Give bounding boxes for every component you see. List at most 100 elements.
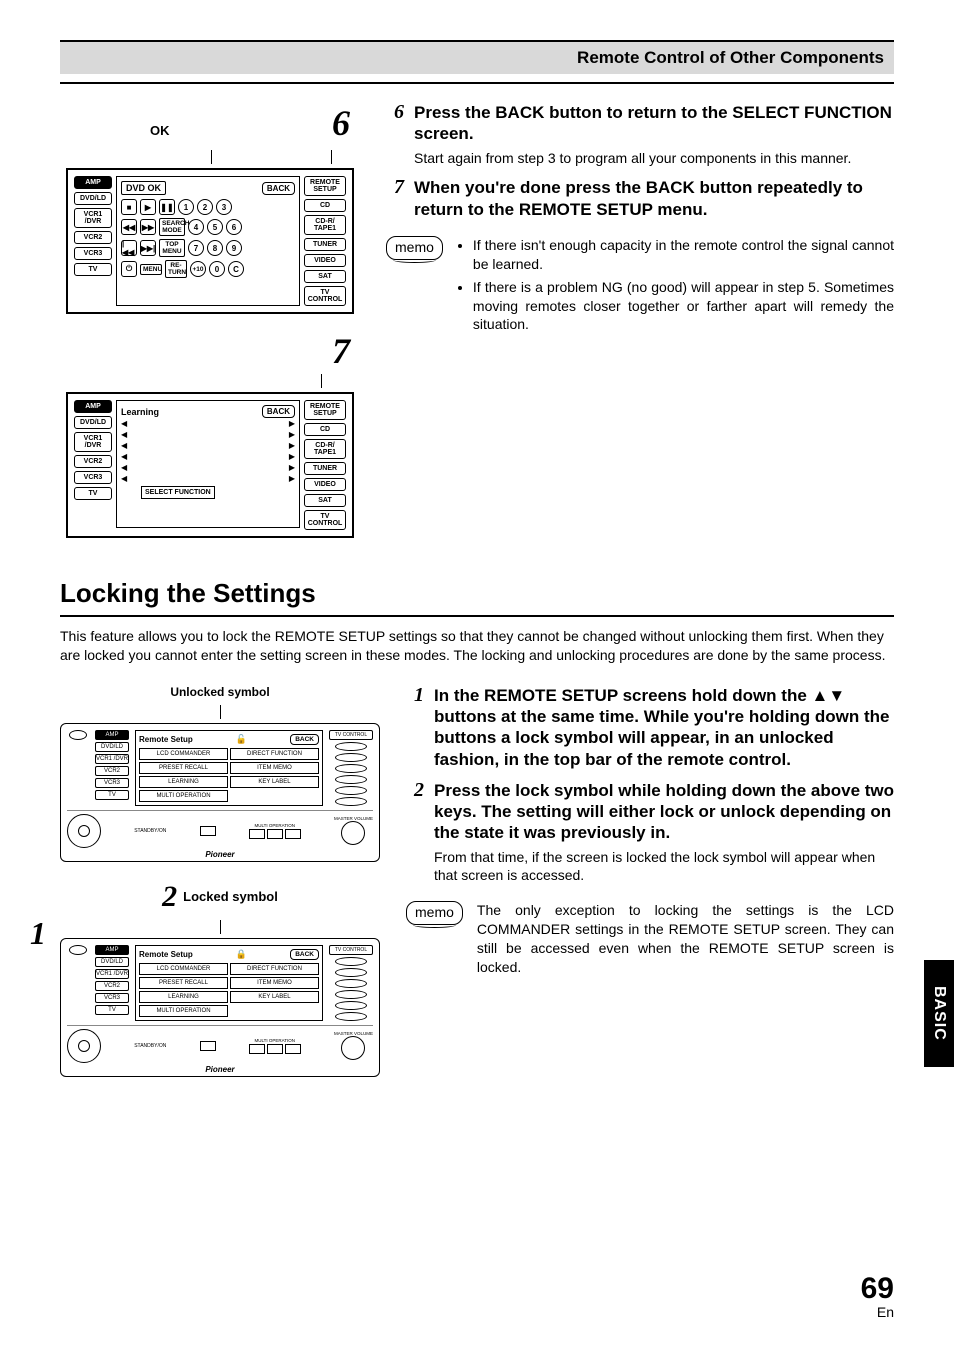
ff-icon[interactable]: ▶▶ [140, 219, 156, 235]
stop-icon[interactable]: ■ [121, 199, 137, 215]
side-btn-tvcontrol[interactable]: TV CONTROL [329, 730, 373, 740]
side-btn-dvdld[interactable]: DVD/LD [95, 957, 129, 967]
back-button[interactable]: BACK [290, 734, 319, 745]
num-2[interactable]: 2 [197, 199, 213, 215]
square-button[interactable] [249, 829, 265, 839]
oval-button[interactable] [335, 1001, 367, 1010]
side-btn-vcr2[interactable]: VCR2 [74, 455, 112, 468]
side-btn-vcr1[interactable]: VCR1 /DVR [74, 432, 112, 452]
side-btn-amp[interactable]: AMP [95, 730, 129, 740]
square-button[interactable] [285, 1044, 301, 1054]
oval-button[interactable] [335, 764, 367, 773]
side-btn-vcr3[interactable]: VCR3 [95, 993, 129, 1003]
num-4[interactable]: 4 [188, 219, 204, 235]
dpad[interactable] [67, 814, 101, 848]
arrow-left-icon[interactable]: ◀ [121, 463, 127, 472]
side-btn-vcr1[interactable]: VCR1 /DVR [95, 754, 129, 764]
num-0[interactable]: 0 [209, 261, 225, 277]
side-btn-vcr3[interactable]: VCR3 [74, 247, 112, 260]
arrow-right-icon[interactable]: ▶ [289, 452, 295, 461]
num-3[interactable]: 3 [216, 199, 232, 215]
side-btn-tv[interactable]: TV [95, 1005, 129, 1015]
side-btn-remote-setup[interactable]: REMOTE SETUP [304, 400, 346, 420]
side-btn-vcr1[interactable]: VCR1 /DVR [95, 969, 129, 979]
power-icon[interactable]: ⏻ [121, 261, 137, 277]
arrow-left-icon[interactable]: ◀ [121, 441, 127, 450]
side-btn-vcr3[interactable]: VCR3 [74, 471, 112, 484]
arrow-left-icon[interactable]: ◀ [121, 474, 127, 483]
oval-button[interactable] [69, 730, 87, 740]
next-icon[interactable]: ▶▶| [140, 240, 156, 256]
arrow-left-icon[interactable]: ◀ [121, 419, 127, 428]
search-mode-button[interactable]: SEARCH MODE [159, 218, 185, 236]
side-btn-vcr2[interactable]: VCR2 [74, 231, 112, 244]
oval-button[interactable] [335, 957, 367, 966]
return-button[interactable]: RE-TURN [165, 260, 187, 278]
arrow-right-icon[interactable]: ▶ [289, 441, 295, 450]
num-8[interactable]: 8 [207, 240, 223, 256]
oval-button[interactable] [335, 1012, 367, 1021]
side-btn-video[interactable]: VIDEO [304, 478, 346, 491]
arrow-right-icon[interactable]: ▶ [289, 463, 295, 472]
side-btn-dvdld[interactable]: DVD/LD [95, 742, 129, 752]
oval-button[interactable] [335, 797, 367, 806]
side-btn-dvdld[interactable]: DVD/LD [74, 192, 112, 205]
arrow-left-icon[interactable]: ◀ [121, 430, 127, 439]
side-btn-remote-setup[interactable]: REMOTE SETUP [304, 176, 346, 196]
rew-icon[interactable]: ◀◀ [121, 219, 137, 235]
side-btn-vcr2[interactable]: VCR2 [95, 766, 129, 776]
prev-icon[interactable]: |◀◀ [121, 240, 137, 256]
menu-item[interactable]: MULTI OPERATION [139, 1005, 228, 1017]
oval-button[interactable] [335, 742, 367, 751]
side-btn-tuner[interactable]: TUNER [304, 462, 346, 475]
menu-item[interactable]: DIRECT FUNCTION [230, 963, 319, 975]
square-button[interactable] [200, 826, 216, 836]
side-btn-amp[interactable]: AMP [74, 400, 112, 413]
side-btn-sat[interactable]: SAT [304, 270, 346, 283]
num-1[interactable]: 1 [178, 199, 194, 215]
side-btn-tv[interactable]: TV [95, 790, 129, 800]
back-button[interactable]: BACK [262, 405, 295, 418]
menu-item[interactable]: KEY LABEL [230, 991, 319, 1003]
oval-button[interactable] [335, 968, 367, 977]
back-button[interactable]: BACK [290, 949, 319, 960]
plus10-button[interactable]: +10 [190, 261, 206, 277]
arrow-right-icon[interactable]: ▶ [289, 474, 295, 483]
side-btn-amp[interactable]: AMP [74, 176, 112, 189]
volume-dial[interactable] [341, 1036, 365, 1060]
side-btn-cdr[interactable]: CD-R/ TAPE1 [304, 215, 346, 235]
side-btn-cdr[interactable]: CD-R/ TAPE1 [304, 439, 346, 459]
play-icon[interactable]: ▶ [140, 199, 156, 215]
square-button[interactable] [285, 829, 301, 839]
side-btn-cd[interactable]: CD [304, 423, 346, 436]
menu-item[interactable]: PRESET RECALL [139, 977, 228, 989]
menu-button[interactable]: MENU [140, 264, 162, 275]
side-btn-cd[interactable]: CD [304, 199, 346, 212]
oval-button[interactable] [335, 786, 367, 795]
side-btn-amp[interactable]: AMP [95, 945, 129, 955]
side-btn-dvdld[interactable]: DVD/LD [74, 416, 112, 429]
side-btn-vcr2[interactable]: VCR2 [95, 981, 129, 991]
lock-icon[interactable]: 🔒 [236, 949, 247, 960]
side-btn-video[interactable]: VIDEO [304, 254, 346, 267]
side-btn-tvcontrol[interactable]: TV CONTROL [304, 286, 346, 306]
side-btn-vcr1[interactable]: VCR1 /DVR [74, 208, 112, 228]
side-btn-tv[interactable]: TV [74, 487, 112, 500]
side-btn-vcr3[interactable]: VCR3 [95, 778, 129, 788]
oval-button[interactable] [335, 775, 367, 784]
menu-item[interactable]: LEARNING [139, 991, 228, 1003]
oval-button[interactable] [335, 753, 367, 762]
oval-button[interactable] [69, 945, 87, 955]
clear-button[interactable]: C [228, 261, 244, 277]
menu-item[interactable]: LCD COMMANDER [139, 748, 228, 760]
menu-item[interactable]: ITEM MEMO [230, 762, 319, 774]
side-btn-tvcontrol[interactable]: TV CONTROL [304, 510, 346, 530]
pause-icon[interactable]: ❚❚ [159, 199, 175, 215]
menu-item[interactable]: DIRECT FUNCTION [230, 748, 319, 760]
side-btn-tvcontrol[interactable]: TV CONTROL [329, 945, 373, 955]
num-7[interactable]: 7 [188, 240, 204, 256]
menu-item[interactable]: PRESET RECALL [139, 762, 228, 774]
back-button[interactable]: BACK [262, 182, 295, 195]
arrow-left-icon[interactable]: ◀ [121, 452, 127, 461]
menu-item[interactable]: LCD COMMANDER [139, 963, 228, 975]
